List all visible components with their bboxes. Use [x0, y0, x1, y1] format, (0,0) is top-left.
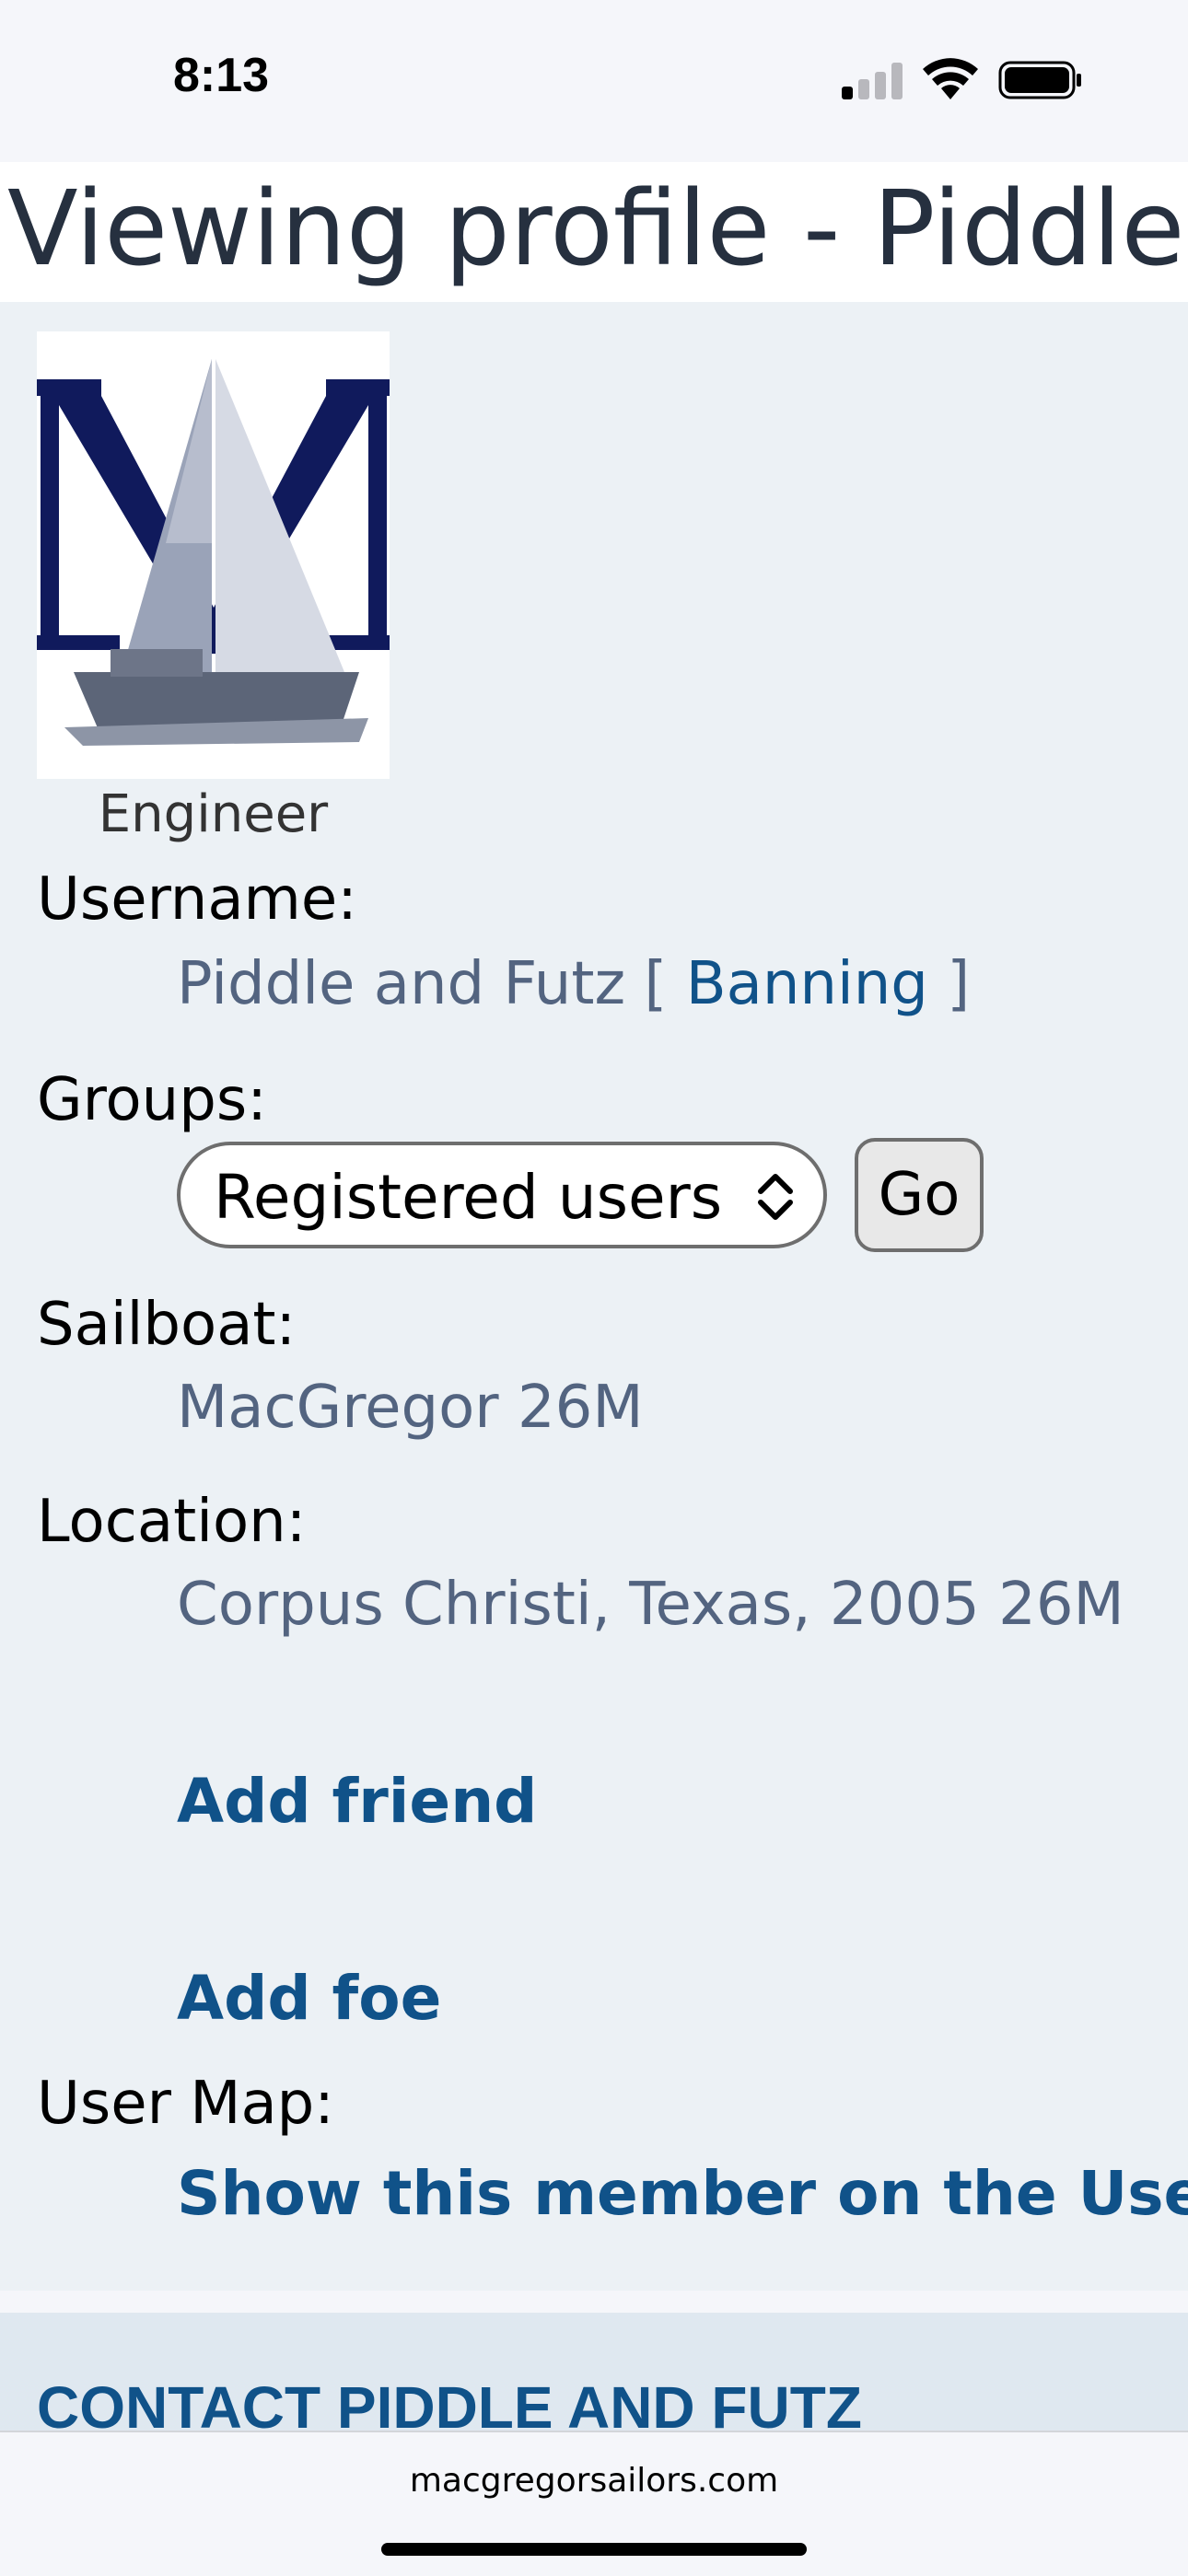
add-foe-link[interactable]: Add foe — [177, 1963, 441, 2034]
sailboat-label: Sailboat: — [37, 1291, 297, 1359]
url-text[interactable]: macgregorsailors.com — [0, 2462, 1188, 2500]
sailboat-value: MacGregor 26M — [177, 1374, 644, 1442]
go-button[interactable]: Go — [855, 1138, 984, 1252]
battery-icon — [998, 61, 1081, 99]
user-map-label: User Map: — [37, 2070, 334, 2138]
groups-selected-value: Registered users — [214, 1162, 723, 1233]
username-row: Piddle and Futz [ Banning ] — [177, 950, 970, 1018]
groups-select[interactable]: Registered users — [177, 1142, 827, 1248]
contact-heading: CONTACT PIDDLE AND FUTZ — [37, 2374, 862, 2432]
profile-panel: Engineer Username: Piddle and Futz [ Ban… — [0, 302, 1188, 2291]
username-label: Username: — [37, 865, 357, 934]
groups-label: Groups: — [37, 1066, 267, 1134]
home-indicator[interactable] — [381, 2543, 807, 2556]
page-title: Viewing profile - Piddle and Futz — [7, 169, 1188, 289]
status-time: 8:13 — [173, 49, 270, 102]
cellular-signal-icon — [842, 63, 903, 99]
ban-link[interactable]: Banning — [686, 950, 928, 1018]
browser-url-bar[interactable]: macgregorsailors.com — [0, 2431, 1188, 2576]
location-label: Location: — [37, 1488, 307, 1556]
contact-section: CONTACT PIDDLE AND FUTZ — [0, 2313, 1188, 2432]
updown-chevron-icon — [758, 1174, 793, 1220]
wifi-icon — [923, 58, 978, 99]
add-friend-link[interactable]: Add friend — [177, 1766, 537, 1837]
avatar — [37, 331, 390, 779]
username-value: Piddle and Futz — [177, 950, 626, 1018]
status-bar: 8:13 — [0, 0, 1188, 162]
bracket-open: [ — [644, 950, 668, 1018]
location-value: Corpus Christi, Texas, 2005 26M — [177, 1571, 1124, 1639]
bracket-close: ] — [947, 950, 971, 1018]
user-map-link[interactable]: Show this member on the User Map — [177, 2158, 1188, 2229]
user-rank: Engineer — [98, 784, 329, 844]
title-bar: Viewing profile - Piddle and Futz — [0, 162, 1188, 302]
